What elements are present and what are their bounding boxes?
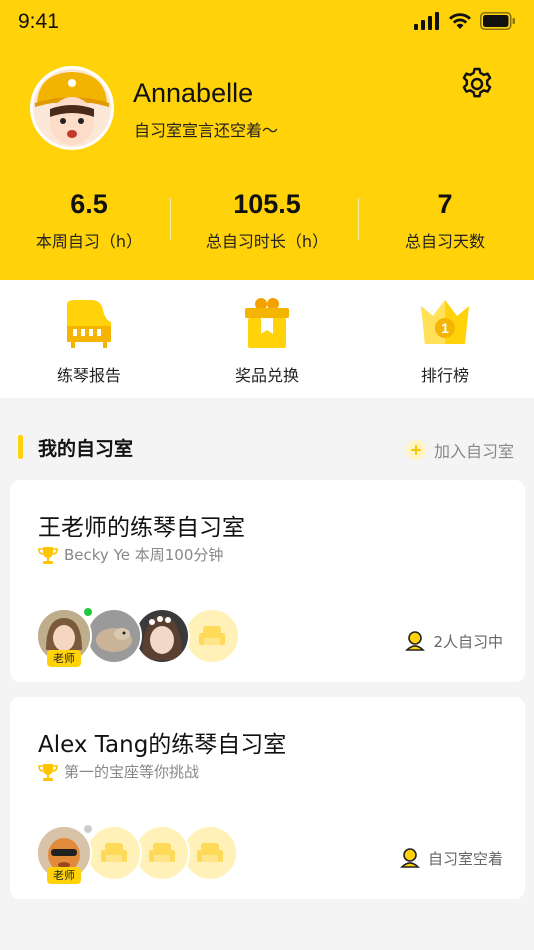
feature-label: 排行榜: [420, 366, 469, 385]
settings-button[interactable]: [459, 66, 495, 102]
empty-seat: [134, 825, 190, 881]
status-bar: 9:41: [0, 0, 534, 46]
room-card[interactable]: Alex Tang的练琴自习室 第一的宝座等你挑战 老师 自习室空着: [10, 697, 525, 899]
stat-label: 本周自习（h）: [35, 232, 143, 251]
sofa-icon: [101, 843, 127, 862]
gift-icon: [245, 298, 289, 348]
wifi-icon: [449, 13, 471, 29]
avatar-photo: [136, 610, 188, 662]
join-room-button[interactable]: 加入自习室: [405, 438, 514, 462]
sofa-icon: [197, 843, 223, 862]
teacher-tag: 老师: [47, 650, 81, 667]
room-status: 自习室空着: [400, 847, 503, 869]
gear-icon: [462, 67, 492, 98]
status-time: 9:41: [18, 10, 59, 33]
room-subtitle: Becky Ye 本周100分钟: [38, 544, 223, 565]
stat-value: 6.5: [70, 189, 108, 219]
person-icon: [405, 631, 426, 651]
member-avatar[interactable]: [134, 608, 190, 664]
stat-value: 105.5: [233, 189, 301, 219]
feature-label: 练琴报告: [56, 366, 121, 385]
room-title: Alex Tang的练琴自习室: [38, 732, 287, 758]
sofa-icon: [199, 626, 225, 645]
user-avatar[interactable]: [30, 66, 114, 150]
join-room-label: 加入自习室: [433, 442, 514, 461]
stat-weekly-hours: 6.5 本周自习（h）: [0, 186, 178, 256]
stat-label: 总自习天数: [404, 232, 485, 251]
trophy-icon: [38, 763, 58, 781]
person-icon: [400, 848, 420, 868]
plus-icon: [405, 440, 426, 460]
member-avatars: 老师: [36, 823, 256, 884]
user-motto[interactable]: 自习室宣言还空着～: [134, 117, 278, 141]
empty-seat: [182, 825, 238, 881]
room-status-text: 自习室空着: [427, 849, 503, 868]
username: Annabelle: [133, 78, 254, 108]
stat-label: 总自习时长（h）: [205, 232, 329, 251]
room-status: 2人自习中: [405, 630, 503, 652]
stat-total-hours: 105.5 总自习时长（h）: [178, 186, 356, 256]
stat-value: 7: [437, 189, 453, 219]
room-subtitle-text: 第一的宝座等你挑战: [64, 763, 200, 781]
feature-label: 奖品兑换: [234, 366, 299, 385]
room-title: 王老师的练琴自习室: [38, 515, 245, 541]
piano-icon: [67, 300, 111, 348]
online-status-dot: [82, 606, 94, 618]
cellular-signal-icon: [414, 12, 439, 30]
stat-total-days: 7 总自习天数: [356, 186, 534, 256]
feature-prize-exchange[interactable]: 奖品兑换: [178, 280, 356, 398]
empty-seat: [184, 608, 240, 664]
stats-row: 6.5 本周自习（h） 105.5 总自习时长（h） 7 总自习天数: [0, 186, 534, 256]
status-icons: [414, 12, 516, 30]
avatar-photo: [88, 610, 140, 662]
feature-practice-report[interactable]: 练琴报告: [0, 280, 178, 398]
battery-icon: [480, 12, 515, 30]
member-avatar[interactable]: [86, 608, 142, 664]
offline-status-dot: [82, 823, 94, 835]
stat-divider: [170, 198, 171, 240]
member-avatars: 老师: [36, 606, 256, 667]
room-subtitle: 第一的宝座等你挑战: [38, 761, 199, 782]
room-card[interactable]: 王老师的练琴自习室 Becky Ye 本周100分钟 老师 2人自习中: [10, 480, 525, 682]
feature-leaderboard[interactable]: 1 排行榜: [356, 280, 534, 398]
trophy-icon: [38, 546, 58, 564]
room-status-text: 2人自习中: [433, 632, 503, 651]
teacher-tag: 老师: [47, 867, 81, 884]
crown-icon: 1: [421, 300, 469, 344]
feature-row: 练琴报告 奖品兑换 1 排行榜: [0, 280, 534, 398]
section-title: 我的自习室: [38, 438, 134, 460]
section-accent-bar: [18, 435, 23, 459]
svg-text:1: 1: [441, 320, 449, 336]
profile-header: 9:41 Annabelle 自习室宣言还空着～ 6.5 本周自习（h） 105…: [0, 0, 534, 280]
room-subtitle-text: Becky Ye 本周100分钟: [64, 546, 224, 564]
empty-seat: [86, 825, 142, 881]
avatar-photo: [33, 69, 111, 147]
sofa-icon: [149, 843, 175, 862]
